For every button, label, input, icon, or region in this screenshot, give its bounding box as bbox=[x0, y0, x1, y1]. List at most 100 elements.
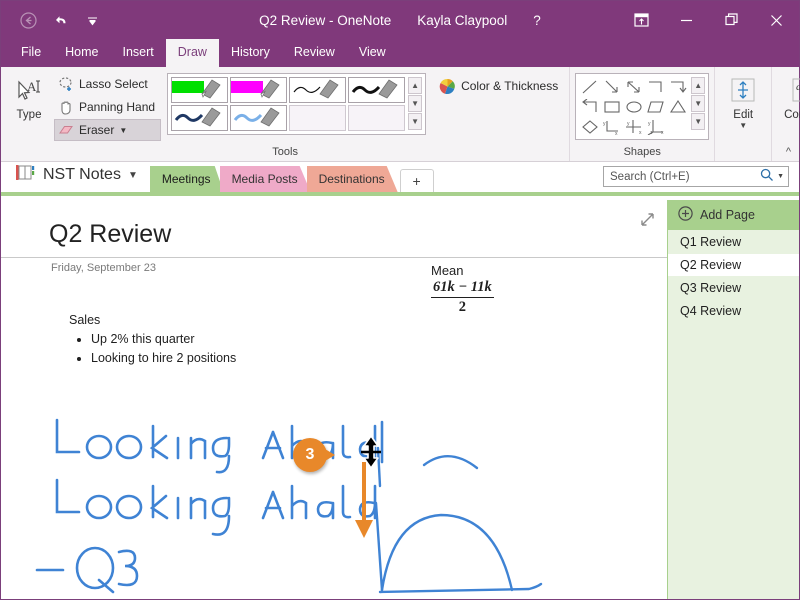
shape-parallelogram-icon[interactable] bbox=[645, 97, 666, 116]
page-list-item-q3[interactable]: Q3 Review bbox=[668, 277, 799, 299]
add-page-button[interactable]: Add Page bbox=[668, 200, 799, 230]
ribbon-tab-view[interactable]: View bbox=[347, 39, 398, 67]
panning-hand-label: Panning Hand bbox=[79, 100, 156, 114]
eraser-icon bbox=[57, 122, 74, 139]
shape-axis-quadrant-icon[interactable]: yx bbox=[623, 117, 644, 136]
user-name[interactable]: Kayla Claypool bbox=[417, 13, 507, 28]
shape-elbow-arrow-left-icon[interactable] bbox=[579, 97, 600, 116]
type-button[interactable]: A Type bbox=[6, 73, 52, 121]
ribbon-tab-history[interactable]: History bbox=[219, 39, 282, 67]
ribbon-tab-file[interactable]: File bbox=[9, 39, 53, 67]
shape-rectangle-icon[interactable] bbox=[601, 97, 622, 116]
drag-direction-arrow bbox=[353, 462, 375, 545]
page-list-item-q4[interactable]: Q4 Review bbox=[668, 300, 799, 322]
search-box[interactable]: Search (Ctrl+E) ▼ bbox=[603, 166, 789, 187]
page-list-item-q2[interactable]: Q2 Review bbox=[668, 254, 799, 276]
shape-double-arrow-icon[interactable] bbox=[623, 77, 644, 96]
ribbon-display-options-icon[interactable] bbox=[619, 1, 664, 39]
page-list-item-q1[interactable]: Q1 Review bbox=[668, 231, 799, 253]
pen-empty-2[interactable] bbox=[348, 105, 406, 131]
shape-triangle-icon[interactable] bbox=[667, 97, 688, 116]
ribbon-tab-insert[interactable]: Insert bbox=[111, 39, 166, 67]
pen-gallery: ▲ ▼ ▼ bbox=[167, 73, 427, 135]
edit-button[interactable]: Edit ▼ bbox=[720, 73, 766, 130]
add-section-button[interactable]: + bbox=[399, 169, 434, 192]
quick-access-toolbar bbox=[1, 7, 107, 33]
shape-axis-xy-icon[interactable]: yx bbox=[601, 117, 622, 136]
pen-empty-1[interactable] bbox=[289, 105, 347, 131]
section-tab-label: Meetings bbox=[161, 172, 211, 186]
shape-ellipse-icon[interactable] bbox=[623, 97, 644, 116]
pen-navy[interactable] bbox=[171, 105, 229, 131]
shape-arrow-icon[interactable] bbox=[601, 77, 622, 96]
shape-diamond-icon[interactable] bbox=[579, 117, 600, 136]
shapes-scroll-down-icon[interactable]: ▼ bbox=[691, 95, 706, 112]
color-thickness-group: Color & Thickness bbox=[434, 73, 564, 97]
search-dropdown-icon[interactable]: ▼ bbox=[777, 173, 784, 180]
svg-text:A: A bbox=[27, 79, 37, 94]
ink-handwriting-line-3 bbox=[35, 546, 139, 594]
lasso-select-button[interactable]: Lasso Select bbox=[54, 73, 161, 95]
shapes-more-icon[interactable]: ▼ bbox=[691, 113, 706, 130]
tool-buttons: Lasso Select Panning Hand Eraser ▼ bbox=[52, 73, 162, 141]
svg-text:y: y bbox=[603, 121, 606, 127]
color-wheel-icon bbox=[439, 78, 456, 95]
section-tab-media-posts[interactable]: Media Posts bbox=[219, 166, 311, 192]
resize-vertical-cursor-icon bbox=[357, 435, 385, 474]
ribbon-tab-draw[interactable]: Draw bbox=[165, 39, 219, 67]
notebook-chevron-down-icon[interactable]: ▼ bbox=[128, 170, 138, 181]
customize-qat-icon[interactable] bbox=[77, 7, 107, 33]
shapes-scroll-up-icon[interactable]: ▲ bbox=[691, 77, 706, 94]
convert-button[interactable]: aa Convert ▼ bbox=[777, 73, 800, 130]
pen-gallery-scroll-down-icon[interactable]: ▼ bbox=[408, 95, 423, 112]
color-thickness-button[interactable]: Color & Thickness bbox=[436, 75, 564, 97]
notebook-selector[interactable]: NST Notes ▼ bbox=[1, 164, 150, 192]
edit-dropdown-icon[interactable]: ▼ bbox=[739, 121, 747, 130]
section-tab-meetings[interactable]: Meetings bbox=[149, 166, 224, 192]
search-input[interactable]: Search (Ctrl+E) bbox=[610, 171, 690, 183]
section-tab-destinations[interactable]: Destinations bbox=[306, 166, 398, 192]
ribbon-group-shapes: yx yx yzx ▲ ▼ ▼ Shapes bbox=[570, 67, 716, 161]
ribbon-tab-home[interactable]: Home bbox=[53, 39, 110, 67]
pen-gallery-more-icon[interactable]: ▼ bbox=[408, 113, 423, 130]
eraser-button[interactable]: Eraser ▼ bbox=[54, 119, 162, 141]
undo-icon[interactable] bbox=[45, 7, 75, 33]
lasso-icon bbox=[57, 76, 74, 93]
window-controls bbox=[619, 1, 799, 39]
search-icon[interactable] bbox=[760, 168, 774, 185]
step-number: 3 bbox=[293, 438, 327, 472]
help-icon[interactable]: ? bbox=[533, 13, 541, 28]
pen-highlighter-green[interactable] bbox=[171, 77, 229, 103]
restore-icon[interactable] bbox=[709, 1, 754, 39]
pen-black-thick[interactable] bbox=[348, 77, 406, 103]
eraser-dropdown-icon[interactable]: ▼ bbox=[119, 126, 127, 135]
ink-handwriting-line-1 bbox=[55, 418, 384, 474]
ribbon-group-tools: A Type Lasso Select Panning Hand Eraser … bbox=[1, 67, 571, 161]
svg-text:x: x bbox=[615, 131, 618, 135]
minimize-icon[interactable] bbox=[664, 1, 709, 39]
ribbon-tab-review[interactable]: Review bbox=[282, 39, 347, 67]
shape-elbow-arrow-down-icon[interactable] bbox=[667, 77, 688, 96]
ribbon-tab-strip: File Home Insert Draw History Review Vie… bbox=[1, 39, 799, 67]
back-icon[interactable] bbox=[13, 7, 43, 33]
pen-gallery-scroll-up-icon[interactable]: ▲ bbox=[408, 77, 423, 94]
shape-axis-xyz-icon[interactable]: yzx bbox=[645, 117, 666, 136]
type-cursor-icon: A bbox=[14, 75, 44, 109]
ink-drawing-layer[interactable] bbox=[1, 200, 667, 599]
notebook-name: NST Notes bbox=[43, 166, 121, 183]
panning-hand-button[interactable]: Panning Hand bbox=[54, 96, 161, 118]
svg-text:x: x bbox=[639, 130, 642, 135]
section-tab-label: Destinations bbox=[318, 172, 385, 186]
shape-line-icon[interactable] bbox=[579, 77, 600, 96]
shapes-gallery-scroll: ▲ ▼ ▼ bbox=[691, 77, 706, 130]
window-title: Q2 Review - OneNote bbox=[259, 12, 392, 28]
pen-highlighter-magenta[interactable] bbox=[230, 77, 288, 103]
close-icon[interactable] bbox=[754, 1, 799, 39]
pen-black-thin[interactable] bbox=[289, 77, 347, 103]
note-page[interactable]: Q2 Review Friday, September 23 Sales Up … bbox=[1, 200, 667, 599]
collapse-ribbon-icon[interactable]: ^ bbox=[786, 146, 791, 158]
shape-elbow-connector-icon[interactable] bbox=[645, 77, 666, 96]
color-thickness-label: Color & Thickness bbox=[461, 79, 559, 93]
pen-light-blue[interactable] bbox=[230, 105, 288, 131]
add-page-icon bbox=[678, 206, 693, 224]
